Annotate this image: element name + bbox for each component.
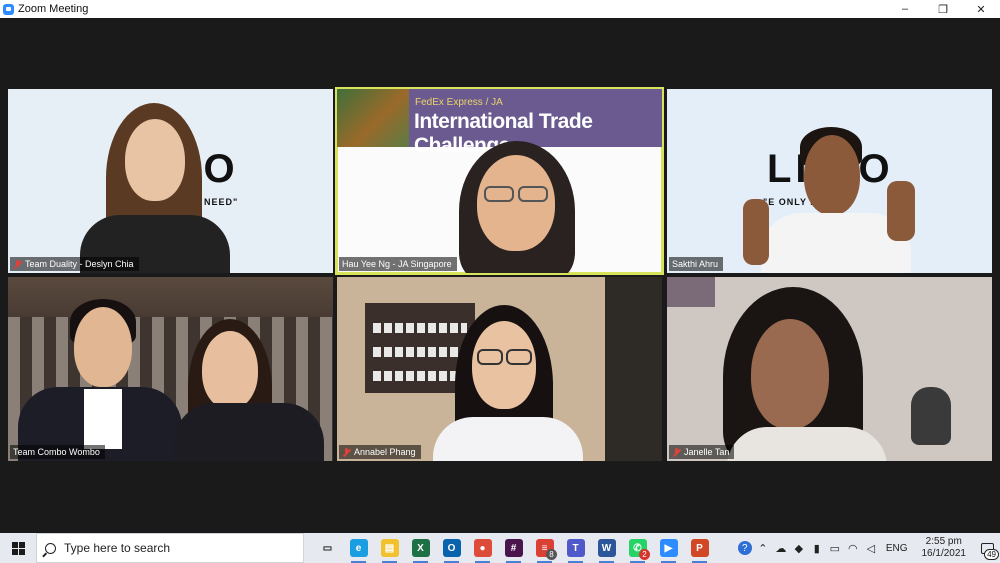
video-tile-combo-wombo[interactable]: Team Combo Wombo xyxy=(8,277,333,461)
mic-muted-icon xyxy=(672,447,681,457)
chrome-icon: ● xyxy=(473,539,492,557)
participant-name-tag: Team Combo Wombo xyxy=(10,445,105,459)
outlook-icon: O xyxy=(442,539,461,557)
taskbar-app-chrome[interactable]: ● xyxy=(467,533,498,563)
taskbar-app-zoom[interactable]: ▶ xyxy=(653,533,684,563)
taskbar-search-box[interactable]: Type here to search xyxy=(36,533,304,563)
file-explorer-icon: ▤ xyxy=(380,539,399,557)
chevron-up-icon[interactable]: ⌃ xyxy=(754,533,772,563)
participant-name-tag: Annabel Phang xyxy=(339,445,421,459)
microphone-icon[interactable]: ▮ xyxy=(808,533,826,563)
participant-name: Team Combo Wombo xyxy=(13,447,100,457)
participant-name: Hau Yee Ng - JA Singapore xyxy=(342,259,452,269)
virtual-background-banner: FedEx Express / JA International Trade C… xyxy=(337,89,662,157)
participant-name: Annabel Phang xyxy=(354,447,416,457)
clock-time: 2:55 pm xyxy=(925,536,962,547)
search-placeholder: Type here to search xyxy=(64,541,171,555)
dropbox-icon[interactable]: ◆ xyxy=(790,533,808,563)
language-indicator[interactable]: ENG xyxy=(880,543,914,554)
taskbar-app-powerpoint[interactable]: P xyxy=(684,533,715,563)
taskbar-app-file-explorer[interactable]: ▤ xyxy=(374,533,405,563)
minimize-button[interactable]: – xyxy=(886,0,924,18)
participant-name-tag: Sakthi Ahru xyxy=(669,257,724,271)
banner-photo xyxy=(337,89,409,147)
word-icon: W xyxy=(597,539,616,557)
window-title: Zoom Meeting xyxy=(18,3,89,15)
mic-muted-icon xyxy=(13,259,22,269)
title-bar: Zoom Meeting – ❐ ✕ xyxy=(0,0,1000,18)
battery-icon[interactable]: ▭ xyxy=(826,533,844,563)
close-button[interactable]: ✕ xyxy=(962,0,1000,18)
participant-name-tag: Hau Yee Ng - JA Singapore xyxy=(339,257,457,271)
windows-logo-icon xyxy=(11,541,25,555)
notification-center-button[interactable]: 49 xyxy=(974,533,1000,563)
wifi-icon[interactable]: ◠ xyxy=(844,533,862,563)
volume-icon[interactable]: ◁ xyxy=(862,533,880,563)
app-badge-count: 8 xyxy=(546,549,557,560)
excel-icon: X xyxy=(411,539,430,557)
windows-taskbar: Type here to search ▭ e ▤ X O ● # ≡ 8 T W ✆ 2 ▶ P ? ⌃ … xyxy=(0,533,1000,563)
taskbar-app-outlook[interactable]: O xyxy=(436,533,467,563)
virtual-background-slogan: NEED" xyxy=(204,197,239,207)
video-tile-janelle[interactable]: Janelle Tan xyxy=(667,277,992,461)
background-figurine xyxy=(911,387,951,445)
participant-name-tag: Team Duality - Deslyn Chia xyxy=(10,257,139,271)
clock-date: 16/1/2021 xyxy=(921,548,967,559)
participant-name: Janelle Tan xyxy=(684,447,730,457)
teams-icon: T xyxy=(566,539,585,557)
participant-name-tag: Janelle Tan xyxy=(669,445,735,459)
video-tile-hau-yee[interactable]: FedEx Express / JA International Trade C… xyxy=(335,87,664,275)
background-door xyxy=(605,277,662,461)
meeting-gallery: LI RO NEED" Team Duality - Deslyn Chia F… xyxy=(0,18,1000,533)
taskbar-app-edge[interactable]: e xyxy=(343,533,374,563)
taskbar-app-task-view[interactable]: ▭ xyxy=(312,533,343,563)
edge-icon: e xyxy=(349,539,368,557)
taskbar-app-excel[interactable]: X xyxy=(405,533,436,563)
search-icon xyxy=(45,542,56,554)
onedrive-icon[interactable]: ☁ xyxy=(772,533,790,563)
window-controls: – ❐ ✕ xyxy=(886,0,1000,18)
video-tile-deslyn[interactable]: LI RO NEED" Team Duality - Deslyn Chia xyxy=(8,89,333,273)
participant-name: Team Duality - Deslyn Chia xyxy=(25,259,134,269)
task-view-icon: ▭ xyxy=(322,542,333,554)
taskbar-app-slack[interactable]: # xyxy=(498,533,529,563)
help-icon[interactable]: ? xyxy=(736,533,754,563)
taskbar-clock[interactable]: 2:55 pm 16/1/2021 xyxy=(914,536,975,560)
video-tile-sakthi[interactable]: LI RO "E ONLY H N Sakthi Ahru xyxy=(667,89,992,273)
notification-count: 49 xyxy=(984,549,999,560)
zoom-app-icon xyxy=(3,3,14,15)
powerpoint-icon: P xyxy=(690,539,709,557)
restore-button[interactable]: ❐ xyxy=(924,0,962,18)
banner-subtitle: FedEx Express / JA xyxy=(415,97,503,108)
taskbar-apps: ▭ e ▤ X O ● # ≡ 8 T W ✆ 2 ▶ P xyxy=(312,533,715,563)
start-button[interactable] xyxy=(0,533,36,563)
mic-muted-icon xyxy=(342,447,351,457)
taskbar-app-word[interactable]: W xyxy=(591,533,622,563)
participant-name: Sakthi Ahru xyxy=(672,259,719,269)
taskbar-app-teams[interactable]: T xyxy=(560,533,591,563)
slack-icon: # xyxy=(504,539,523,557)
system-tray: ? ⌃ ☁ ◆ ▮ ▭ ◠ ◁ ENG 2:55 pm 16/1/2021 49 xyxy=(736,533,1000,563)
background-poster xyxy=(667,277,715,307)
video-tile-annabel[interactable]: Annabel Phang xyxy=(337,277,662,461)
taskbar-app-todoist[interactable]: ≡ 8 xyxy=(529,533,560,563)
taskbar-app-whatsapp[interactable]: ✆ 2 xyxy=(622,533,653,563)
app-badge-count: 2 xyxy=(639,549,650,560)
zoom-icon: ▶ xyxy=(659,539,678,557)
